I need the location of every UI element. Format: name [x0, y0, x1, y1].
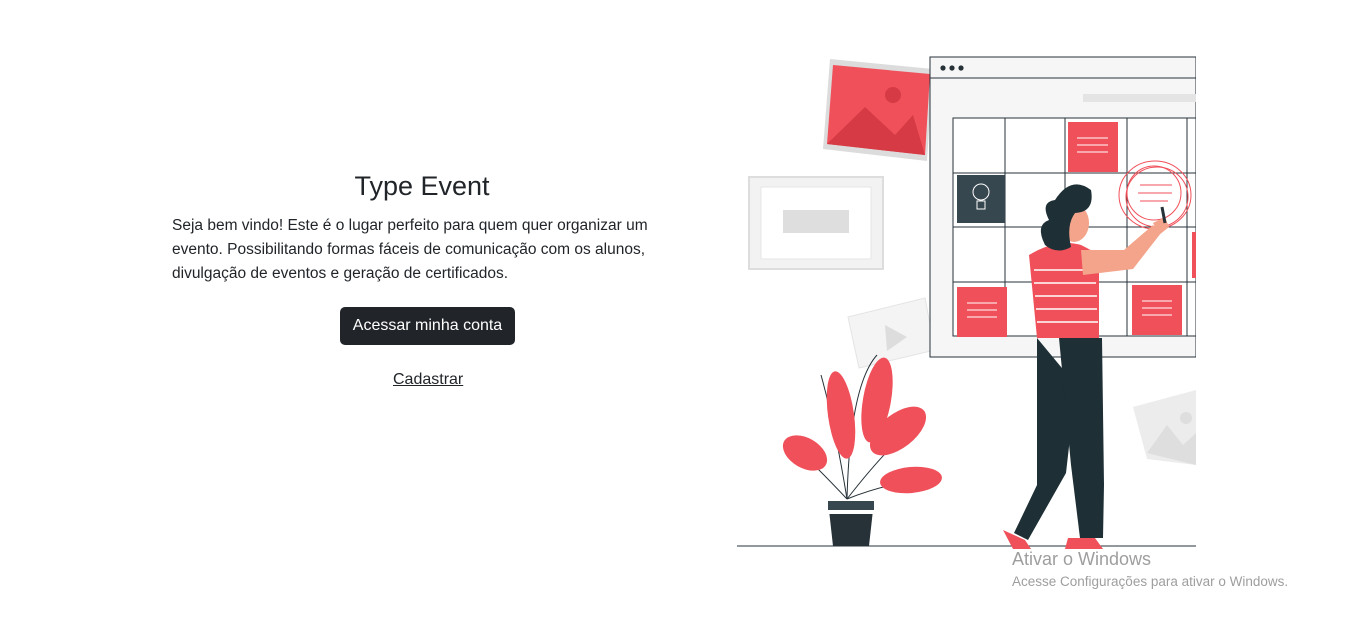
lightbulb-icon — [957, 175, 1005, 223]
sticky-note — [1068, 122, 1118, 172]
page-title: Type Event — [354, 171, 490, 201]
watermark-title: Ativar o Windows — [1012, 549, 1152, 569]
welcome-description: Seja bem vindo! Este é o lugar perfeito … — [172, 217, 648, 282]
sticky-note-edge — [1192, 232, 1196, 278]
image-placeholder-icon — [1133, 390, 1196, 465]
picture-frame-icon — [823, 59, 933, 161]
sticky-note — [1132, 285, 1182, 335]
watermark-subtitle: Acesse Configurações para ativar o Windo… — [1012, 574, 1289, 589]
sticky-note — [957, 287, 1007, 337]
hero-section: Type Event Seja bem vindo! Este é o luga… — [172, 168, 672, 388]
video-play-icon — [847, 297, 936, 369]
register-link[interactable]: Cadastrar — [393, 371, 463, 389]
windows-activation-watermark: Ativar o Windows Acesse Configurações pa… — [1012, 548, 1288, 592]
planning-board-illustration — [737, 56, 1196, 549]
login-button[interactable]: Acessar minha conta — [340, 307, 515, 345]
plant-icon — [782, 354, 942, 546]
empty-frame-icon — [748, 176, 884, 270]
